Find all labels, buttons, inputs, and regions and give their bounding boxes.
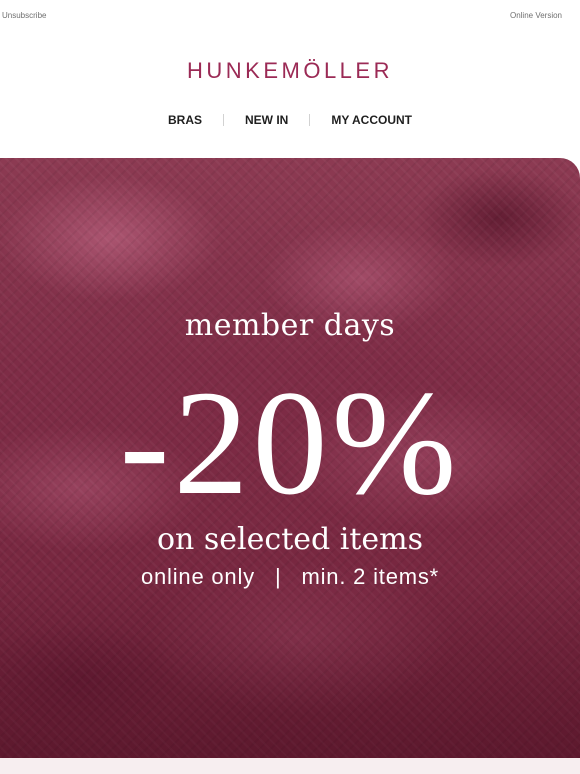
hero-banner[interactable]: member days -20% on selected items onlin…: [0, 158, 580, 758]
bottom-strip: [0, 758, 580, 774]
discount-value: -20%: [119, 360, 461, 526]
hero-subline: on selected items: [156, 522, 423, 557]
nav-divider: [309, 114, 311, 126]
online-version-link[interactable]: Online Version: [510, 11, 562, 20]
terms-min-items: min. 2 items*: [301, 564, 440, 589]
nav-item-my-account[interactable]: MY ACCOUNT: [331, 113, 412, 127]
nav-divider: [223, 114, 224, 126]
nav-item-bras[interactable]: BRAS: [168, 113, 202, 127]
terms-online-only: online only: [140, 564, 255, 589]
hero-terms: online only | min. 2 items*: [0, 564, 580, 590]
terms-separator: |: [274, 564, 282, 589]
hero-headline: member days: [184, 308, 396, 343]
nav-item-new-in[interactable]: NEW IN: [245, 113, 288, 127]
top-bar: Unsubscribe Online Version: [0, 0, 580, 32]
brand-logo[interactable]: HUNKEMÖLLER: [0, 58, 580, 84]
unsubscribe-link[interactable]: Unsubscribe: [2, 11, 46, 20]
main-nav: BRAS NEW IN MY ACCOUNT: [0, 110, 580, 130]
